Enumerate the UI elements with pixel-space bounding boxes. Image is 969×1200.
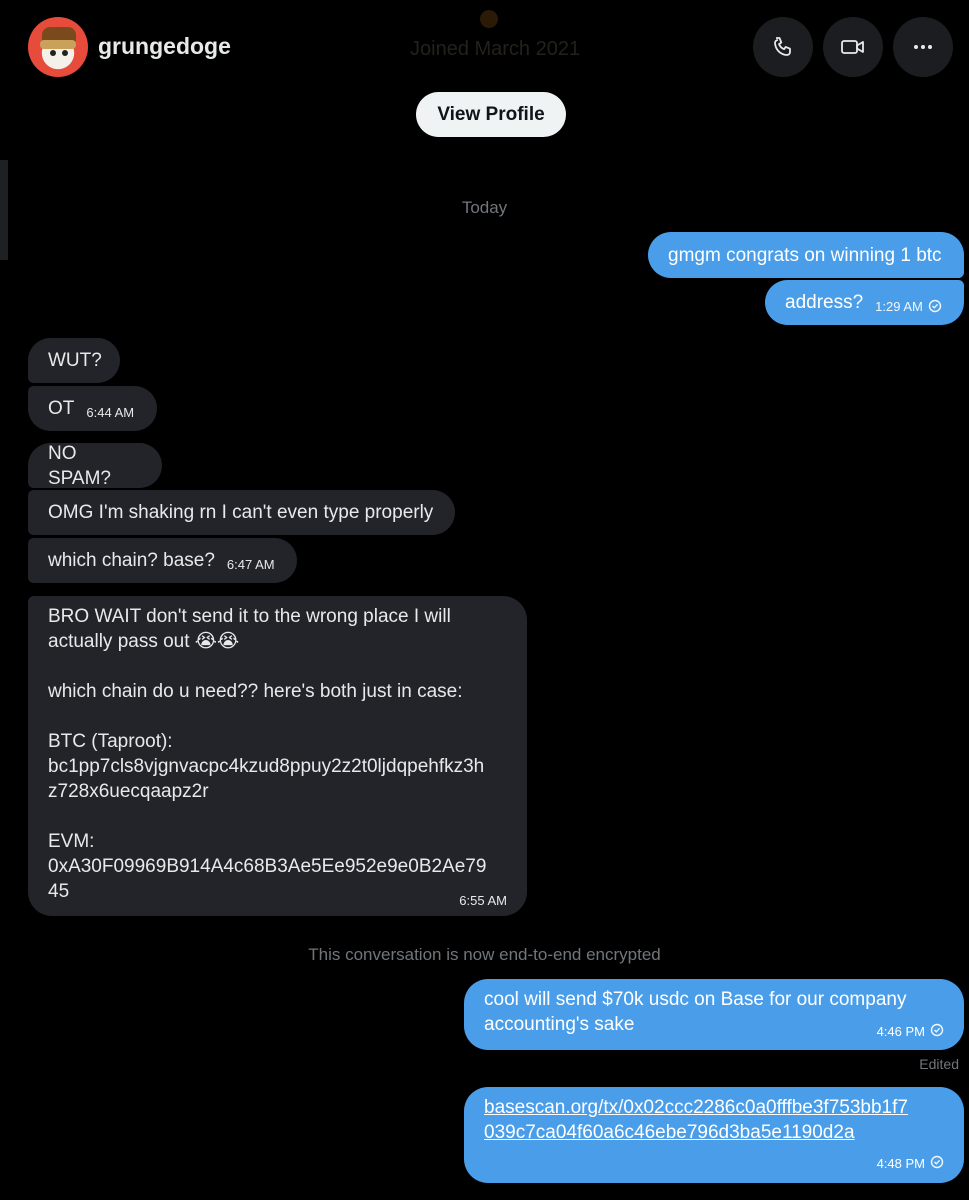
profile-emoji-faded: [480, 10, 498, 28]
message-line: EVM:: [48, 831, 95, 852]
message-timestamp: 4:46 PM: [876, 1024, 925, 1039]
sent-check-icon: [930, 1155, 944, 1169]
message-line: actually pass out 😭😭: [48, 631, 240, 652]
message-text: OT: [48, 398, 75, 419]
message-text: address?: [785, 292, 864, 313]
avatar-eye: [50, 50, 56, 56]
message-timestamp: 6:44 AM: [86, 404, 135, 420]
btc-address-line: z728x6uecqaapz2r: [48, 781, 209, 802]
message-line: which chain do u need?? here's both just…: [48, 681, 463, 702]
message-bubble-outgoing[interactable]: cool will send $70k usdc on Base for our…: [464, 979, 964, 1050]
message-bubble-outgoing[interactable]: address? 1:29 AM: [765, 280, 964, 325]
message-line: BRO WAIT don't send it to the wrong plac…: [48, 606, 451, 627]
avatar-goggles: [40, 40, 76, 49]
message-text: which chain? base?: [48, 550, 215, 571]
more-dots-icon: [914, 45, 932, 49]
encryption-notice: This conversation is now end-to-end encr…: [308, 945, 661, 964]
message-line: [48, 804, 507, 829]
video-camera-icon: [841, 40, 864, 54]
message-bubble-outgoing[interactable]: gmgm congrats on winning 1 btc: [648, 232, 964, 278]
transaction-link[interactable]: basescan.org/tx/0x02ccc2286c0a0fffbe3f75…: [484, 1095, 944, 1120]
message-bubble-outgoing[interactable]: basescan.org/tx/0x02ccc2286c0a0fffbe3f75…: [464, 1087, 964, 1183]
message-bubble-incoming[interactable]: which chain? base? 6:47 AM: [28, 538, 297, 583]
sent-check-icon: [928, 299, 942, 312]
message-timestamp: 4:48 PM: [876, 1156, 925, 1171]
message-text: WUT?: [48, 350, 102, 371]
message-bubble-incoming[interactable]: OMG I'm shaking rn I can't even type pro…: [28, 490, 455, 535]
message-line: [48, 704, 507, 729]
message-timestamp: 1:29 AM: [875, 287, 942, 319]
message-timestamp: 6:55 AM: [459, 893, 507, 908]
message-bubble-incoming[interactable]: NO SPAM?: [28, 442, 162, 489]
message-text: OMG I'm shaking rn I can't even type pro…: [48, 502, 434, 523]
message-bubble-incoming[interactable]: OT 6:44 AM: [28, 386, 157, 431]
message-timestamp: 6:47 AM: [226, 556, 275, 572]
avatar-eye: [62, 50, 68, 56]
avatar[interactable]: [28, 17, 88, 77]
sent-check-icon: [930, 1023, 944, 1037]
btc-address-line: bc1pp7cls8vjgnvacpc4kzud8ppuy2z2t0ljdqpe…: [48, 756, 485, 777]
view-profile-button[interactable]: View Profile: [416, 92, 566, 137]
message-bubble-incoming[interactable]: BRO WAIT don't send it to the wrong plac…: [28, 596, 527, 916]
message-line: [48, 654, 507, 679]
joined-date-faded: Joined March 2021: [410, 38, 581, 60]
video-call-button[interactable]: [823, 17, 883, 77]
conversation-header: Joined March 2021 grungedoge: [0, 0, 969, 100]
call-button[interactable]: [753, 17, 813, 77]
transaction-link[interactable]: 039c7ca04f60a6c46ebe796d3ba5e1190d2a: [484, 1120, 944, 1145]
phone-icon: [774, 37, 791, 56]
username[interactable]: grungedoge: [98, 33, 231, 60]
evm-address-line: 0xA30F09969B914A4c68B3Ae5Ee952e9e0B2Ae79: [48, 856, 487, 877]
message-line: BTC (Taproot):: [48, 731, 173, 752]
message-line: cool will send $70k usdc on Base for our…: [484, 989, 907, 1010]
message-bubble-incoming[interactable]: WUT?: [28, 338, 120, 383]
date-divider: Today: [461, 198, 508, 217]
edited-label: Edited: [919, 1056, 959, 1072]
message-text: gmgm congrats on winning 1 btc: [668, 244, 942, 266]
message-text: NO SPAM?: [48, 442, 112, 489]
more-options-button[interactable]: [893, 17, 953, 77]
